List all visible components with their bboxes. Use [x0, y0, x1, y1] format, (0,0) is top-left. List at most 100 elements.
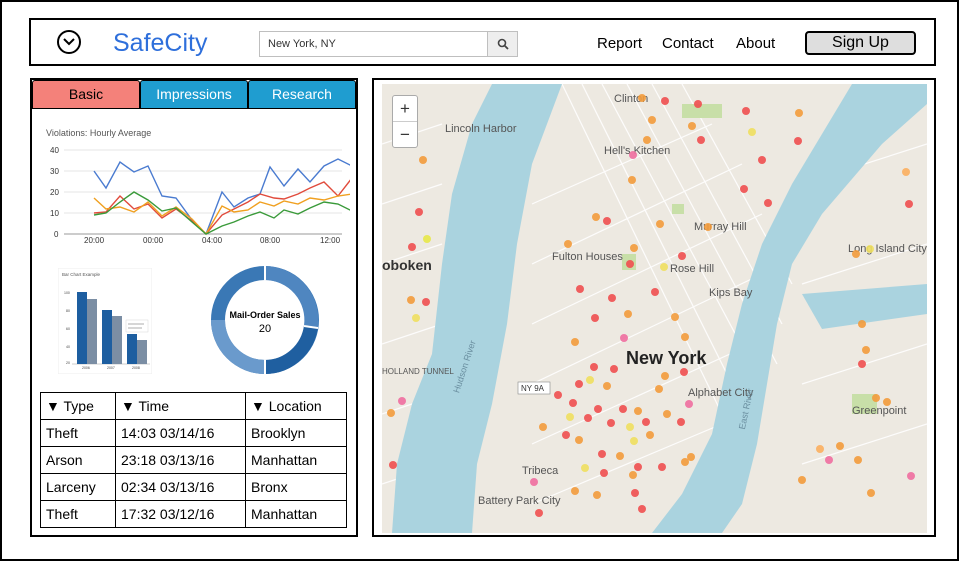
incident-marker[interactable] [688, 122, 696, 130]
incident-marker[interactable] [854, 456, 862, 464]
incident-marker[interactable] [626, 423, 634, 431]
incident-marker[interactable] [630, 244, 638, 252]
incident-marker[interactable] [591, 314, 599, 322]
incident-marker[interactable] [630, 437, 638, 445]
incident-marker[interactable] [398, 397, 406, 405]
incident-marker[interactable] [569, 399, 577, 407]
incident-marker[interactable] [598, 450, 606, 458]
search-button[interactable] [487, 32, 517, 56]
incident-marker[interactable] [620, 334, 628, 342]
incident-marker[interactable] [389, 461, 397, 469]
incident-marker[interactable] [407, 296, 415, 304]
zoom-in-button[interactable]: + [393, 96, 417, 122]
incident-marker[interactable] [798, 476, 806, 484]
incident-marker[interactable] [742, 107, 750, 115]
incident-marker[interactable] [661, 97, 669, 105]
incident-marker[interactable] [862, 346, 870, 354]
incident-marker[interactable] [651, 288, 659, 296]
incident-marker[interactable] [867, 489, 875, 497]
incident-marker[interactable] [858, 320, 866, 328]
table-row[interactable]: Larceny 02:34 03/13/16 Bronx [40, 473, 347, 501]
incident-marker[interactable] [581, 464, 589, 472]
zoom-out-button[interactable]: − [393, 122, 417, 148]
incident-marker[interactable] [852, 250, 860, 258]
incident-marker[interactable] [795, 109, 803, 117]
column-header-time[interactable]: ▼ Time [115, 392, 246, 420]
incident-marker[interactable] [671, 313, 679, 321]
incident-marker[interactable] [694, 100, 702, 108]
table-row[interactable]: Theft 17:32 03/12/16 Manhattan [40, 500, 347, 528]
incident-marker[interactable] [697, 136, 705, 144]
incident-marker[interactable] [564, 240, 572, 248]
signup-button[interactable]: Sign Up [805, 31, 916, 55]
incident-marker[interactable] [681, 458, 689, 466]
incident-marker[interactable] [607, 419, 615, 427]
incident-marker[interactable] [685, 400, 693, 408]
incident-marker[interactable] [584, 414, 592, 422]
incident-marker[interactable] [628, 176, 636, 184]
nav-about[interactable]: About [736, 35, 775, 52]
incident-marker[interactable] [758, 156, 766, 164]
tab-impressions[interactable]: Impressions [140, 80, 248, 109]
incident-marker[interactable] [571, 487, 579, 495]
incident-marker[interactable] [902, 168, 910, 176]
incident-marker[interactable] [907, 472, 915, 480]
incident-marker[interactable] [616, 452, 624, 460]
crime-map[interactable]: Clinton Lincoln Harbor Hell's Kitchen Mu… [382, 84, 927, 533]
incident-marker[interactable] [764, 199, 772, 207]
incident-marker[interactable] [825, 456, 833, 464]
incident-marker[interactable] [638, 94, 646, 102]
incident-marker[interactable] [419, 156, 427, 164]
incident-marker[interactable] [883, 398, 891, 406]
incident-marker[interactable] [648, 116, 656, 124]
incident-marker[interactable] [629, 471, 637, 479]
table-row[interactable]: Arson 23:18 03/13/16 Manhattan [40, 446, 347, 474]
incident-marker[interactable] [610, 365, 618, 373]
incident-marker[interactable] [634, 463, 642, 471]
incident-marker[interactable] [858, 360, 866, 368]
incident-marker[interactable] [619, 405, 627, 413]
incident-marker[interactable] [590, 363, 598, 371]
incident-marker[interactable] [408, 243, 416, 251]
incident-marker[interactable] [646, 431, 654, 439]
nav-report[interactable]: Report [597, 35, 642, 52]
incident-marker[interactable] [423, 235, 431, 243]
incident-marker[interactable] [655, 385, 663, 393]
incident-marker[interactable] [661, 372, 669, 380]
incident-marker[interactable] [643, 136, 651, 144]
incident-marker[interactable] [748, 128, 756, 136]
incident-marker[interactable] [629, 151, 637, 159]
incident-marker[interactable] [740, 185, 748, 193]
incident-marker[interactable] [634, 407, 642, 415]
incident-marker[interactable] [412, 314, 420, 322]
incident-marker[interactable] [631, 489, 639, 497]
incident-marker[interactable] [872, 394, 880, 402]
incident-marker[interactable] [539, 423, 547, 431]
tab-basic[interactable]: Basic [32, 80, 140, 109]
incident-marker[interactable] [586, 376, 594, 384]
incident-marker[interactable] [905, 200, 913, 208]
incident-marker[interactable] [638, 505, 646, 513]
incident-marker[interactable] [600, 469, 608, 477]
incident-marker[interactable] [415, 208, 423, 216]
incident-marker[interactable] [566, 413, 574, 421]
search-input[interactable] [260, 32, 487, 56]
incident-marker[interactable] [571, 338, 579, 346]
incident-marker[interactable] [624, 310, 632, 318]
incident-marker[interactable] [658, 463, 666, 471]
incident-marker[interactable] [656, 220, 664, 228]
incident-marker[interactable] [554, 391, 562, 399]
incident-marker[interactable] [704, 223, 712, 231]
incident-marker[interactable] [680, 368, 688, 376]
incident-marker[interactable] [866, 245, 874, 253]
incident-marker[interactable] [535, 509, 543, 517]
incident-marker[interactable] [677, 418, 685, 426]
column-header-type[interactable]: ▼ Type [40, 392, 116, 420]
incident-marker[interactable] [593, 491, 601, 499]
incident-marker[interactable] [603, 217, 611, 225]
incident-marker[interactable] [422, 298, 430, 306]
logo[interactable]: SafeCity [113, 29, 207, 58]
column-header-location[interactable]: ▼ Location [245, 392, 347, 420]
incident-marker[interactable] [626, 260, 634, 268]
incident-marker[interactable] [575, 380, 583, 388]
